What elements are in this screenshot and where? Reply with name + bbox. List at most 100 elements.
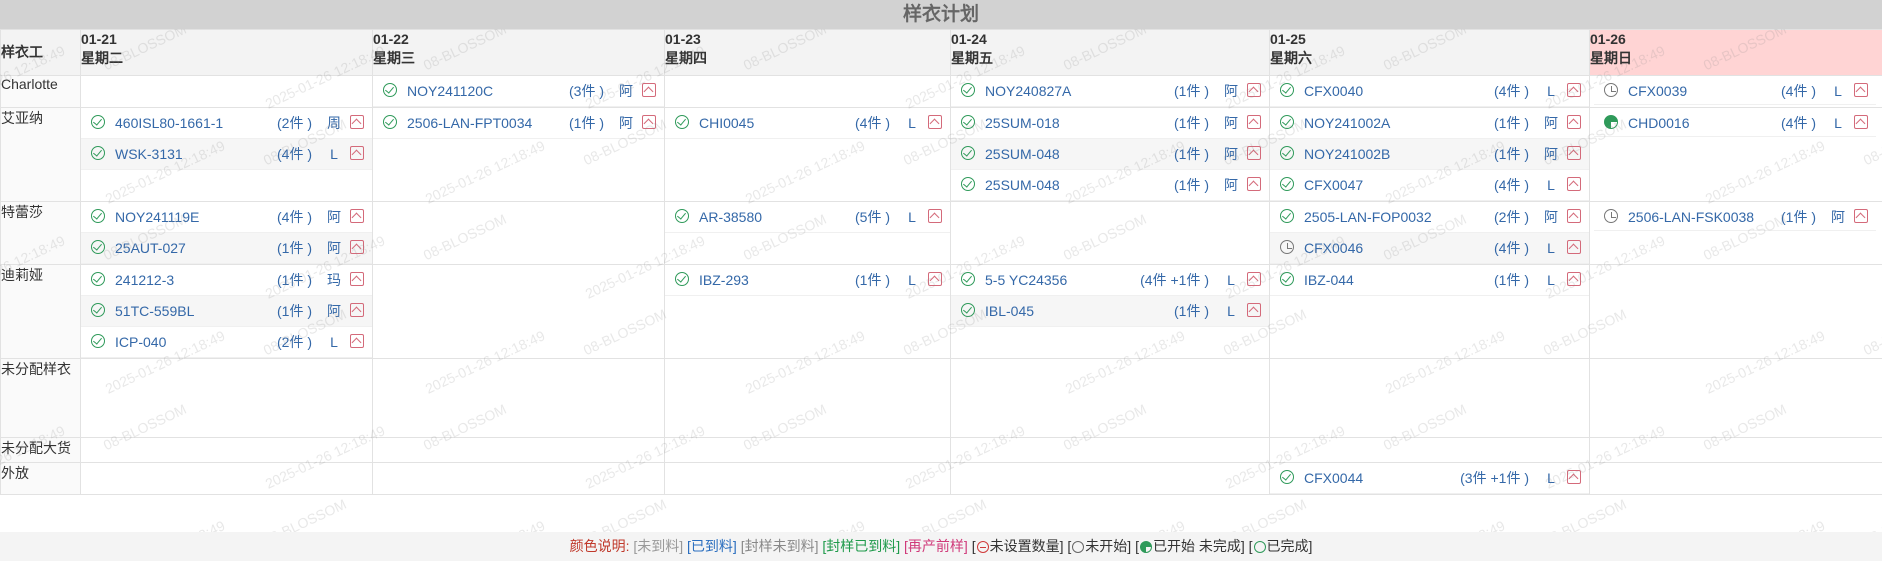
image-icon[interactable] xyxy=(642,115,656,129)
image-icon[interactable] xyxy=(350,209,364,223)
check-circle-icon xyxy=(383,83,397,97)
sample-item[interactable]: IBL-045 (1件 ) L xyxy=(951,296,1269,327)
sample-code-link[interactable]: 25AUT-027 xyxy=(115,233,186,263)
image-icon[interactable] xyxy=(1567,240,1581,254)
day-cell xyxy=(1589,437,1882,463)
sample-code-link[interactable]: 2506-LAN-FPT0034 xyxy=(407,108,532,138)
sample-item[interactable]: CFX0047 (4件 ) L xyxy=(1270,170,1589,201)
sample-item[interactable]: NOY241119E (4件 ) 阿 xyxy=(81,202,372,233)
sample-item[interactable]: ICP-040 (2件 ) L xyxy=(81,327,372,358)
sample-code-link[interactable]: AR-38580 xyxy=(699,202,762,232)
image-icon[interactable] xyxy=(1247,272,1261,286)
image-icon[interactable] xyxy=(350,115,364,129)
image-icon[interactable] xyxy=(1247,177,1261,191)
image-icon[interactable] xyxy=(350,303,364,317)
image-icon[interactable] xyxy=(1567,146,1581,160)
sample-code-link[interactable]: IBZ-044 xyxy=(1304,265,1354,295)
check-circle-icon xyxy=(961,115,975,129)
sample-code-link[interactable]: NOY240827A xyxy=(985,76,1071,106)
sample-code-link[interactable]: 460ISL80-1661-1 xyxy=(115,108,223,138)
image-icon[interactable] xyxy=(1247,115,1261,129)
day-weekday: 星期二 xyxy=(81,50,123,66)
check-circle-icon xyxy=(91,303,105,317)
sample-item[interactable]: 2505-LAN-FOP0032 (2件 ) 阿 xyxy=(1270,202,1589,233)
image-icon[interactable] xyxy=(1854,115,1868,129)
sample-item[interactable]: NOY241002B (1件 ) 阿 xyxy=(1270,139,1589,170)
sample-item[interactable]: CHI0045 (4件 ) L xyxy=(665,108,950,139)
sample-code-link[interactable]: WSK-3131 xyxy=(115,139,183,169)
sample-item[interactable]: CHD0016 (4件 ) L xyxy=(1594,110,1876,137)
sample-item[interactable]: 25SUM-048 (1件 ) 阿 xyxy=(951,139,1269,170)
sample-code-link[interactable]: CFX0047 xyxy=(1304,170,1363,200)
sample-code-link[interactable]: 2505-LAN-FOP0032 xyxy=(1304,202,1432,232)
image-icon[interactable] xyxy=(1567,470,1581,484)
sample-quantity: (3件 +1件 ) xyxy=(1460,470,1529,486)
sample-code-link[interactable]: 2506-LAN-FSK0038 xyxy=(1628,204,1754,230)
sample-item[interactable]: 2506-LAN-FPT0034 (1件 ) 阿 xyxy=(373,108,664,139)
day-cell: NOY240827A (1件 ) 阿 xyxy=(950,75,1270,108)
image-icon[interactable] xyxy=(642,83,656,97)
sample-item[interactable]: IBZ-293 (1件 ) L xyxy=(665,265,950,296)
sample-item[interactable]: 2506-LAN-FSK0038 (1件 ) 阿 xyxy=(1594,204,1876,231)
sample-code-link[interactable]: 5-5 YC24356 xyxy=(985,265,1067,295)
sample-code-link[interactable]: 25SUM-048 xyxy=(985,170,1060,200)
sample-item[interactable]: 241212-3 (1件 ) 玛 xyxy=(81,265,372,296)
sample-item[interactable]: 51TC-559BL (1件 ) 阿 xyxy=(81,296,372,327)
assignee-initial: L xyxy=(330,146,338,162)
sample-item[interactable]: 5-5 YC24356 (4件 +1件 ) L xyxy=(951,265,1269,296)
sample-code-link[interactable]: NOY241120C xyxy=(407,76,493,106)
sample-code-link[interactable]: CFX0040 xyxy=(1304,76,1363,106)
image-icon[interactable] xyxy=(350,146,364,160)
day-cell: IBZ-293 (1件 ) L xyxy=(664,264,951,359)
image-icon[interactable] xyxy=(1567,209,1581,223)
image-icon[interactable] xyxy=(1854,209,1868,223)
image-icon[interactable] xyxy=(1567,83,1581,97)
sample-code-link[interactable]: 51TC-559BL xyxy=(115,296,194,326)
sample-item[interactable]: 25SUM-048 (1件 ) 阿 xyxy=(951,170,1269,201)
sample-code-link[interactable]: 241212-3 xyxy=(115,265,174,295)
sample-code-link[interactable]: CFX0046 xyxy=(1304,233,1363,263)
sample-code-link[interactable]: ICP-040 xyxy=(115,327,166,357)
sample-item[interactable]: 25SUM-018 (1件 ) 阿 xyxy=(951,108,1269,139)
image-icon[interactable] xyxy=(350,334,364,348)
image-icon[interactable] xyxy=(1567,272,1581,286)
sample-code-link[interactable]: 25SUM-018 xyxy=(985,108,1060,138)
image-icon[interactable] xyxy=(1247,303,1261,317)
sample-code-link[interactable]: CHI0045 xyxy=(699,108,754,138)
sample-item[interactable]: AR-38580 (5件 ) L xyxy=(665,202,950,233)
sample-item[interactable]: NOY240827A (1件 ) 阿 xyxy=(951,76,1269,107)
sample-code-link[interactable]: 25SUM-048 xyxy=(985,139,1060,169)
image-icon[interactable] xyxy=(928,272,942,286)
image-icon[interactable] xyxy=(1854,83,1868,97)
day-cell: 5-5 YC24356 (4件 +1件 ) L IBL-045 (1件 ) L xyxy=(950,264,1270,359)
sample-code-link[interactable]: NOY241002B xyxy=(1304,139,1390,169)
sample-item[interactable]: IBZ-044 (1件 ) L xyxy=(1270,265,1589,296)
sample-item[interactable]: CFX0039 (4件 ) L xyxy=(1594,78,1876,105)
sample-code-link[interactable]: CHD0016 xyxy=(1628,110,1689,136)
sample-item[interactable]: WSK-3131 (4件 ) L xyxy=(81,139,372,170)
day-cell: 2506-LAN-FSK0038 (1件 ) 阿 xyxy=(1589,201,1882,265)
sample-code-link[interactable]: CFX0044 xyxy=(1304,463,1363,493)
image-icon[interactable] xyxy=(1567,115,1581,129)
sample-item[interactable]: NOY241002A (1件 ) 阿 xyxy=(1270,108,1589,139)
image-icon[interactable] xyxy=(350,240,364,254)
sample-code-link[interactable]: CFX0039 xyxy=(1628,78,1687,104)
sample-item[interactable]: 460ISL80-1661-1 (2件 ) 周 xyxy=(81,108,372,139)
sample-item[interactable]: CFX0040 (4件 ) L xyxy=(1270,76,1589,107)
worker-label: 未分配大货 xyxy=(0,437,81,463)
image-icon[interactable] xyxy=(1247,146,1261,160)
image-icon[interactable] xyxy=(1567,177,1581,191)
image-icon[interactable] xyxy=(928,115,942,129)
sample-item[interactable]: CFX0046 (4件 ) L xyxy=(1270,233,1589,264)
image-icon[interactable] xyxy=(1247,83,1261,97)
image-icon[interactable] xyxy=(350,272,364,286)
sample-item[interactable]: CFX0044 (3件 +1件 ) L xyxy=(1270,463,1589,494)
sample-code-link[interactable]: NOY241002A xyxy=(1304,108,1390,138)
sample-code-link[interactable]: IBL-045 xyxy=(985,296,1034,326)
image-icon[interactable] xyxy=(928,209,942,223)
sample-code-link[interactable]: IBZ-293 xyxy=(699,265,749,295)
sample-item[interactable]: NOY241120C (3件 ) 阿 xyxy=(373,76,664,107)
sample-item[interactable]: 25AUT-027 (1件 ) 阿 xyxy=(81,233,372,264)
sample-code-link[interactable]: NOY241119E xyxy=(115,202,199,232)
day-cell xyxy=(664,462,951,495)
